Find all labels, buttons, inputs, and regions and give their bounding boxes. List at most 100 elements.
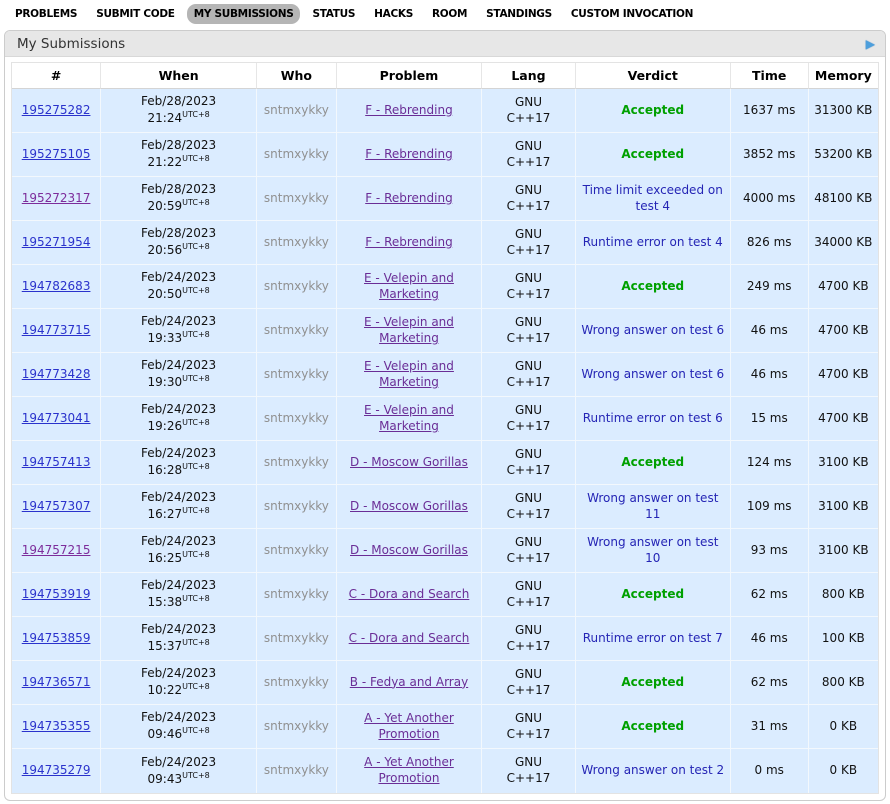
submission-verdict-cell: Accepted (576, 441, 731, 485)
submission-id-link[interactable]: 194773715 (22, 323, 91, 337)
exec-time-text: 1637 ms (743, 103, 795, 117)
submission-lang: GNU C++17 (482, 177, 576, 221)
nav-item-room[interactable]: Room (425, 4, 474, 24)
table-header-row: #WhenWhoProblemLangVerdictTimeMemory (12, 63, 878, 89)
submission-problem-cell: D - Moscow Gorillas (337, 441, 482, 485)
problem-link[interactable]: F - Rebrending (365, 191, 453, 205)
submission-id-link[interactable]: 195275282 (22, 103, 91, 117)
submission-time: 21:24UTC+8 (104, 110, 253, 127)
submission-memory-cell: 4700 KB (809, 353, 878, 397)
submission-id-link[interactable]: 194782683 (22, 279, 91, 293)
submission-when: Feb/24/202315:38UTC+8 (101, 573, 257, 617)
column-header-memory: Memory (809, 63, 878, 89)
submission-time: 16:27UTC+8 (104, 506, 253, 523)
column-header-who: Who (257, 63, 337, 89)
submission-id-link[interactable]: 194773041 (22, 411, 91, 425)
submission-time: 16:28UTC+8 (104, 462, 253, 479)
problem-link[interactable]: E - Velepin and Marketing (364, 315, 454, 345)
submission-time-cell: 93 ms (731, 529, 809, 573)
submission-id-cell: 195275105 (12, 133, 101, 177)
submission-who: sntmxykky (257, 661, 337, 705)
submission-verdict-cell: Accepted (576, 661, 731, 705)
submission-problem-cell: C - Dora and Search (337, 573, 482, 617)
submission-id-cell: 194757307 (12, 485, 101, 529)
nav-item-problems[interactable]: Problems (8, 4, 84, 24)
submission-id-link[interactable]: 194757215 (22, 543, 91, 557)
submission-id-link[interactable]: 194757413 (22, 455, 91, 469)
exec-time-text: 15 ms (751, 411, 788, 425)
nav-item-hacks[interactable]: Hacks (367, 4, 420, 24)
submission-verdict-cell: Wrong answer on test 6 (576, 353, 731, 397)
submission-memory-cell: 800 KB (809, 573, 878, 617)
problem-link[interactable]: C - Dora and Search (349, 587, 470, 601)
problem-link[interactable]: A - Yet Another Promotion (364, 711, 454, 741)
lang-text: GNU C++17 (507, 227, 551, 257)
submission-id-link[interactable]: 195271954 (22, 235, 91, 249)
submission-id-link[interactable]: 195275105 (22, 147, 91, 161)
submission-who: sntmxykky (257, 529, 337, 573)
submission-id-cell: 195275282 (12, 89, 101, 133)
timezone-label: UTC+8 (182, 462, 210, 471)
problem-link[interactable]: C - Dora and Search (349, 631, 470, 645)
submission-verdict-cell: Accepted (576, 265, 731, 309)
problem-link[interactable]: B - Fedya and Array (350, 675, 468, 689)
timezone-label: UTC+8 (182, 638, 210, 647)
submission-time-cell: 46 ms (731, 353, 809, 397)
submission-id-link[interactable]: 194753859 (22, 631, 91, 645)
submission-id-link[interactable]: 195272317 (22, 191, 91, 205)
submission-verdict-cell: Wrong answer on test 11 (576, 485, 731, 529)
memory-text: 31300 KB (814, 103, 872, 117)
submission-when: Feb/24/202319:33UTC+8 (101, 309, 257, 353)
submission-lang: GNU C++17 (482, 749, 576, 793)
exec-time-text: 62 ms (751, 587, 788, 601)
submission-id-link[interactable]: 194753919 (22, 587, 91, 601)
timezone-label: UTC+8 (182, 242, 210, 251)
submission-lang: GNU C++17 (482, 89, 576, 133)
problem-link[interactable]: A - Yet Another Promotion (364, 755, 454, 785)
submission-id-link[interactable]: 194735355 (22, 719, 91, 733)
nav-item-submit-code[interactable]: Submit Code (89, 4, 182, 24)
nav-item-standings[interactable]: Standings (479, 4, 559, 24)
problem-link[interactable]: D - Moscow Gorillas (350, 455, 468, 469)
problem-link[interactable]: E - Velepin and Marketing (364, 271, 454, 301)
submission-id-link[interactable]: 194735279 (22, 763, 91, 777)
submission-id-link[interactable]: 194757307 (22, 499, 91, 513)
memory-text: 4700 KB (818, 367, 868, 381)
submission-id-link[interactable]: 194773428 (22, 367, 91, 381)
memory-text: 53200 KB (814, 147, 872, 161)
submission-id-cell: 194735355 (12, 705, 101, 749)
problem-link[interactable]: D - Moscow Gorillas (350, 499, 468, 513)
problem-link[interactable]: E - Velepin and Marketing (364, 403, 454, 433)
submission-id-link[interactable]: 194736571 (22, 675, 91, 689)
submission-lang: GNU C++17 (482, 573, 576, 617)
submission-date: Feb/24/2023 (104, 622, 253, 638)
verdict-text: Accepted (621, 279, 684, 293)
submission-lang: GNU C++17 (482, 617, 576, 661)
nav-item-custom-invocation[interactable]: Custom Invocation (564, 4, 700, 24)
submission-date: Feb/24/2023 (104, 666, 253, 682)
exec-time-text: 93 ms (751, 543, 788, 557)
submission-problem-cell: E - Velepin and Marketing (337, 309, 482, 353)
verdict-text: Accepted (621, 455, 684, 469)
submission-problem-cell: A - Yet Another Promotion (337, 705, 482, 749)
lang-text: GNU C++17 (507, 535, 551, 565)
submission-time-cell: 124 ms (731, 441, 809, 485)
problem-link[interactable]: F - Rebrending (365, 235, 453, 249)
timezone-label: UTC+8 (182, 771, 210, 780)
timezone-label: UTC+8 (182, 374, 210, 383)
nav-item-my-submissions[interactable]: My Submissions (187, 4, 301, 24)
submission-time: 15:38UTC+8 (104, 594, 253, 611)
timezone-label: UTC+8 (182, 682, 210, 691)
problem-link[interactable]: E - Velepin and Marketing (364, 359, 454, 389)
panel-caption: My Submissions ▶ (5, 31, 885, 57)
problem-link[interactable]: D - Moscow Gorillas (350, 543, 468, 557)
lang-text: GNU C++17 (507, 359, 551, 389)
lang-text: GNU C++17 (507, 491, 551, 521)
submission-id-cell: 194773041 (12, 397, 101, 441)
expand-arrow-icon[interactable]: ▶ (866, 37, 875, 51)
submission-problem-cell: C - Dora and Search (337, 617, 482, 661)
problem-link[interactable]: F - Rebrending (365, 147, 453, 161)
problem-link[interactable]: F - Rebrending (365, 103, 453, 117)
exec-time-text: 3852 ms (743, 147, 795, 161)
nav-item-status[interactable]: Status (305, 4, 362, 24)
